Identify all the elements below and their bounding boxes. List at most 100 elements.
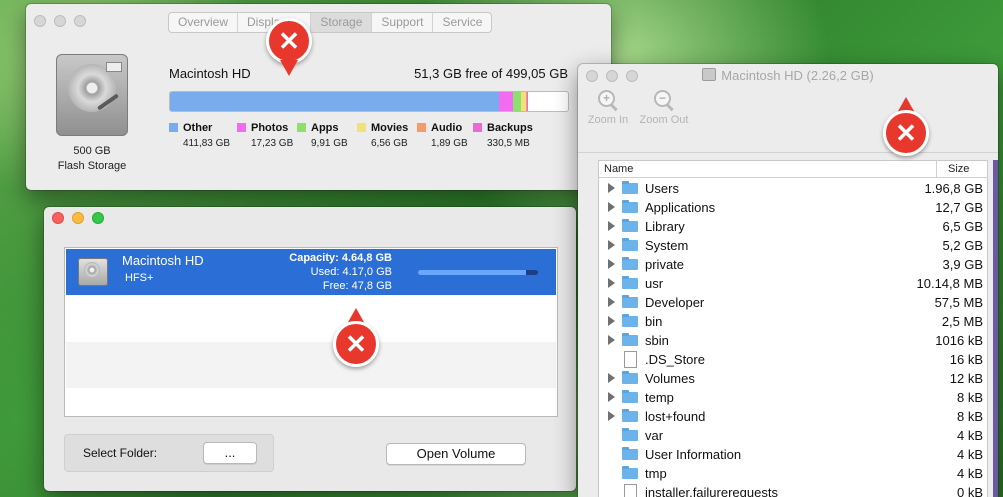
select-folder-label: Select Folder:	[83, 446, 158, 460]
disclosure-triangle-icon[interactable]	[608, 316, 615, 326]
storage-usage-bar	[169, 91, 569, 112]
disclosure-triangle-icon[interactable]	[608, 259, 615, 269]
table-row[interactable]: User Information 4 kB	[599, 445, 987, 464]
zoom-button[interactable]	[92, 212, 104, 224]
table-row[interactable]: Volumes 12 kB	[599, 369, 987, 388]
folder-icon	[622, 371, 638, 384]
tab-overview[interactable]: Overview	[169, 13, 239, 32]
storage-segment-other	[170, 92, 499, 111]
zoom-in-label: Zoom In	[587, 114, 629, 126]
disclosure-triangle-icon[interactable]	[608, 297, 615, 307]
disclosure-triangle-icon[interactable]	[608, 335, 615, 345]
zoom-out-button[interactable]: − Zoom Out	[634, 90, 694, 126]
legend-item-photos: Photos 17,23 GB	[237, 122, 293, 149]
folder-icon	[622, 257, 638, 270]
row-size: 8 kB	[956, 390, 983, 405]
row-size: 3,9 GB	[942, 257, 983, 272]
select-folder-box: Select Folder: ...	[64, 434, 274, 472]
volume-row-selected[interactable]: Macintosh HD HFS+ Capacity: 4.64,8 GB Us…	[66, 249, 556, 295]
close-button[interactable]	[34, 15, 46, 27]
row-name: var	[645, 428, 664, 443]
zoom-button[interactable]	[74, 15, 86, 27]
browse-button[interactable]: ...	[203, 442, 257, 464]
row-size: 4 kB	[956, 447, 983, 462]
row-size: 6,5 GB	[942, 219, 983, 234]
table-row[interactable]: private 3,9 GB	[599, 255, 987, 274]
table-row[interactable]: Applications 12,7 GB	[599, 198, 987, 217]
table-row[interactable]: bin 2,5 MB	[599, 312, 987, 331]
row-size: 16 kB	[949, 352, 983, 367]
tab-support[interactable]: Support	[372, 13, 434, 32]
minimize-button[interactable]	[54, 15, 66, 27]
table-row[interactable]: installer.failurerequests 0 kB	[599, 483, 987, 497]
table-row[interactable]: temp 8 kB	[599, 388, 987, 407]
folder-icon	[622, 390, 638, 403]
disclosure-triangle-icon[interactable]	[608, 411, 615, 421]
column-header-name[interactable]: Name	[604, 161, 633, 177]
storage-type: Flash Storage	[57, 160, 127, 172]
table-row[interactable]: Library 6,5 GB	[599, 217, 987, 236]
disclosure-triangle-icon[interactable]	[608, 202, 615, 212]
open-volume-button[interactable]: Open Volume	[386, 443, 526, 465]
legend-item-other: Other 411,83 GB	[169, 122, 230, 149]
table-row[interactable]: var 4 kB	[599, 426, 987, 445]
row-name: lost+found	[645, 409, 706, 424]
folder-icon	[622, 428, 638, 441]
legend-size: 6,56 GB	[371, 138, 408, 149]
row-name: bin	[645, 314, 663, 329]
volume-filesystem: HFS+	[125, 272, 154, 284]
folder-icon	[622, 276, 638, 289]
legend-swatch	[417, 123, 426, 132]
file-table[interactable]: Name Size Users 1.96,8 GB Applications 12,7…	[598, 160, 988, 497]
zoom-out-icon: −	[654, 90, 674, 112]
minimize-button[interactable]	[72, 212, 84, 224]
disclosure-triangle-icon[interactable]	[608, 240, 615, 250]
volume-name: Macintosh HD	[122, 253, 204, 268]
zoom-out-label: Zoom Out	[639, 114, 689, 126]
legend-name: Other	[183, 122, 213, 134]
tab-storage[interactable]: Storage	[311, 13, 373, 32]
legend-swatch	[357, 123, 366, 132]
disk-name: Macintosh HD	[169, 66, 251, 81]
tab-bar: Overview Displa Storage Support Service	[168, 12, 493, 33]
row-size: 4 kB	[956, 466, 983, 481]
legend-size: 411,83 GB	[183, 138, 231, 149]
column-header-size[interactable]: Size	[948, 161, 969, 177]
table-row[interactable]: usr 10.14,8 MB	[599, 274, 987, 293]
disclosure-triangle-icon[interactable]	[608, 183, 615, 193]
folder-icon	[622, 333, 638, 346]
legend-item-apps: Apps 9,91 GB	[297, 122, 348, 149]
close-button[interactable]	[52, 212, 64, 224]
row-size: 5,2 GB	[942, 238, 983, 253]
legend-swatch	[297, 123, 306, 132]
row-name: usr	[645, 276, 664, 291]
table-row[interactable]: Developer 57,5 MB	[599, 293, 987, 312]
row-size: 4 kB	[956, 428, 983, 443]
table-row[interactable]: .DS_Store 16 kB	[599, 350, 987, 369]
zoom-in-button[interactable]: + Zoom In	[578, 90, 638, 126]
volume-list[interactable]: Macintosh HD HFS+ Capacity: 4.64,8 GB Us…	[64, 247, 558, 417]
legend-swatch	[237, 123, 246, 132]
tab-service[interactable]: Service	[433, 13, 491, 32]
disclosure-triangle-icon[interactable]	[608, 373, 615, 383]
disclosure-triangle-icon[interactable]	[608, 278, 615, 288]
table-row[interactable]: System 5,2 GB	[599, 236, 987, 255]
legend-size: 17,23 GB	[251, 138, 294, 149]
row-name: temp	[645, 390, 674, 405]
disclosure-triangle-icon[interactable]	[608, 221, 615, 231]
table-row[interactable]: Users 1.96,8 GB	[599, 179, 987, 198]
disk-icon	[702, 68, 717, 81]
folder-icon	[622, 219, 638, 232]
legend-size: 330,5 MB	[487, 138, 530, 149]
row-name: User Information	[645, 447, 742, 462]
table-row[interactable]: tmp 4 kB	[599, 464, 987, 483]
volume-free: Free: 47,8 GB	[322, 280, 392, 292]
row-size: 2,5 MB	[941, 314, 983, 329]
table-row[interactable]: lost+found 8 kB	[599, 407, 987, 426]
storage-window: Overview Displa Storage Support Service …	[26, 4, 611, 190]
volume-chooser-window: Macintosh HD HFS+ Capacity: 4.64,8 GB Us…	[44, 207, 576, 491]
disclosure-triangle-icon[interactable]	[608, 392, 615, 402]
zoom-in-icon: +	[598, 90, 618, 112]
table-row[interactable]: sbin 1016 kB	[599, 331, 987, 350]
legend-name: Apps	[311, 122, 339, 134]
